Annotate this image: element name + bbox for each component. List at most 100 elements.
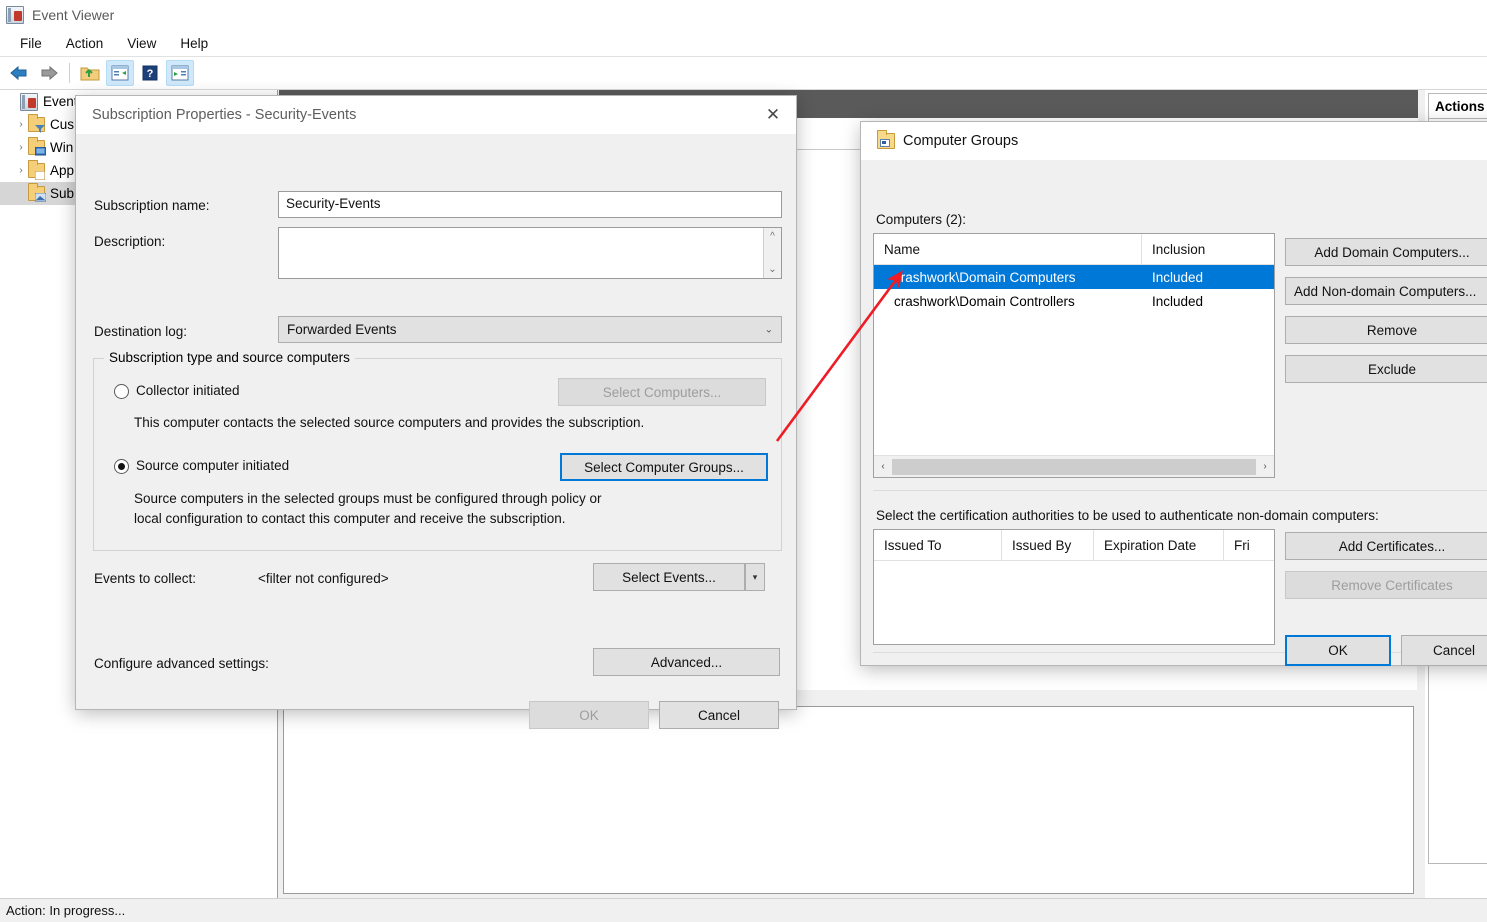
divider [873,652,1487,653]
destination-log-value: Forwarded Events [287,322,397,337]
computer-inclusion: Included [1142,270,1274,285]
scroll-thumb[interactable] [892,459,1256,475]
computer-groups-icon [877,133,895,149]
event-viewer-icon [20,93,38,111]
windows-logs-folder-icon [28,140,45,155]
computer-groups-dialog: Computer Groups Computers (2): Name Incl… [861,122,1487,665]
computer-groups-ok-button[interactable]: OK [1285,635,1391,666]
column-header-issued-by[interactable]: Issued By [1002,530,1094,560]
column-header-name[interactable]: Name [874,234,1142,264]
computer-name: crashwork\Domain Controllers [874,294,1142,309]
toolbar: ? [0,57,1487,90]
chevron-right-icon[interactable]: › [14,165,28,176]
remove-certificates-button[interactable]: Remove Certificates [1285,571,1487,599]
add-certificates-button[interactable]: Add Certificates... [1285,532,1487,560]
column-header-issued-to[interactable]: Issued To [874,530,1002,560]
sidebar-item-label: Win [50,140,73,155]
close-icon[interactable]: ✕ [750,96,796,134]
certificates-label: Select the certification authorities to … [876,508,1379,523]
scroll-right-icon[interactable]: › [1256,457,1274,477]
scroll-track[interactable] [892,457,1256,477]
computers-horizontal-scrollbar[interactable]: ‹ › [874,455,1274,477]
source-computer-initiated-radio[interactable] [114,459,129,474]
chevron-down-icon[interactable]: ⌄ [768,264,776,275]
source-initiated-help-line2: local configuration to contact this comp… [134,511,566,526]
toolbar-separator [69,63,70,83]
table-row[interactable]: crashwork\Domain Controllers Included [874,289,1274,313]
destination-log-select[interactable]: Forwarded Events ⌄ [278,316,782,343]
computer-groups-cancel-button[interactable]: Cancel [1401,635,1487,666]
collector-initiated-help: This computer contacts the selected sour… [134,415,644,430]
up-folder-icon[interactable] [76,60,104,86]
sidebar-item-label: Sub [50,186,74,201]
source-initiated-help-line1: Source computers in the selected groups … [134,491,602,506]
chevron-right-icon[interactable]: › [14,142,28,153]
menu-action[interactable]: Action [54,33,116,54]
back-icon[interactable] [5,60,33,86]
subscriptions-folder-icon [28,186,45,201]
select-events-dropdown-arrow[interactable]: ▾ [745,563,765,591]
column-header-inclusion[interactable]: Inclusion [1142,234,1274,264]
source-computer-initiated-label[interactable]: Source computer initiated [136,458,289,473]
help-icon[interactable]: ? [136,60,164,86]
subscription-name-input[interactable]: Security-Events [278,191,782,218]
subscription-ok-button[interactable]: OK [529,701,649,729]
computers-list-header: Name Inclusion [874,234,1274,265]
menubar: File Action View Help [0,30,1487,57]
column-header-expiration-date[interactable]: Expiration Date [1094,530,1224,560]
exclude-button[interactable]: Exclude [1285,355,1487,383]
actions-pane-title: Actions [1428,93,1487,119]
show-hide-action-pane-icon[interactable] [166,60,194,86]
window-titlebar: Event Viewer [0,0,1487,30]
events-to-collect-label: Events to collect: [94,571,196,586]
computer-inclusion: Included [1142,294,1274,309]
subscription-cancel-button[interactable]: Cancel [659,701,779,729]
computers-count-label: Computers (2): [876,212,966,227]
table-row[interactable]: crashwork\Domain Computers Included [874,265,1274,289]
subscription-properties-dialog: Subscription Properties - Security-Event… [76,96,796,709]
select-events-button[interactable]: Select Events... [593,563,745,591]
computer-groups-body: Computers (2): Name Inclusion crashwork\… [861,160,1487,665]
configure-advanced-settings-label: Configure advanced settings: [94,656,269,671]
advanced-button[interactable]: Advanced... [593,648,780,676]
scroll-left-icon[interactable]: ‹ [874,457,892,477]
applications-folder-icon [28,163,45,178]
remove-button[interactable]: Remove [1285,316,1487,344]
status-text: Action: In progress... [6,903,125,918]
computer-groups-title: Computer Groups [903,133,1018,149]
add-domain-computers-button[interactable]: Add Domain Computers... [1285,238,1487,266]
menu-view[interactable]: View [115,33,168,54]
subscription-dialog-titlebar: Subscription Properties - Security-Event… [76,96,796,134]
chevron-down-icon[interactable]: ⌄ [765,324,773,335]
subscription-dialog-title: Subscription Properties - Security-Event… [92,107,356,123]
divider [873,490,1487,491]
select-computer-groups-button[interactable]: Select Computer Groups... [560,453,768,481]
column-header-friendly-name[interactable]: Fri [1224,530,1274,560]
collector-initiated-radio[interactable] [114,384,129,399]
show-hide-console-tree-icon[interactable] [106,60,134,86]
forward-icon[interactable] [35,60,63,86]
sidebar-item-label: Cus [50,117,74,132]
status-bar: Action: In progress... [0,898,1487,922]
sidebar-item-label: App [50,163,74,178]
chevron-up-icon[interactable]: ^ [770,231,775,242]
menu-file[interactable]: File [8,33,54,54]
select-computers-button[interactable]: Select Computers... [558,378,766,406]
chevron-right-icon[interactable]: › [14,119,28,130]
computer-groups-titlebar: Computer Groups [861,122,1487,160]
certificates-listview[interactable]: Issued To Issued By Expiration Date Fri [873,529,1275,645]
subscription-dialog-body: Subscription name: Security-Events Descr… [76,134,796,709]
event-viewer-icon [6,6,24,24]
svg-text:?: ? [147,68,154,80]
event-detail-pane[interactable] [283,706,1414,894]
menu-help[interactable]: Help [168,33,220,54]
computers-listview[interactable]: Name Inclusion crashwork\Domain Computer… [873,233,1275,478]
certificates-list-header: Issued To Issued By Expiration Date Fri [874,530,1274,561]
add-non-domain-computers-button[interactable]: Add Non-domain Computers... [1285,277,1487,305]
collector-initiated-label[interactable]: Collector initiated [136,383,240,398]
description-scrollbar[interactable]: ^ ⌄ [763,228,781,278]
description-input[interactable] [278,227,782,279]
custom-views-folder-icon [28,117,45,132]
window-title: Event Viewer [32,7,114,23]
subscription-type-groupbox-title: Subscription type and source computers [104,350,355,365]
